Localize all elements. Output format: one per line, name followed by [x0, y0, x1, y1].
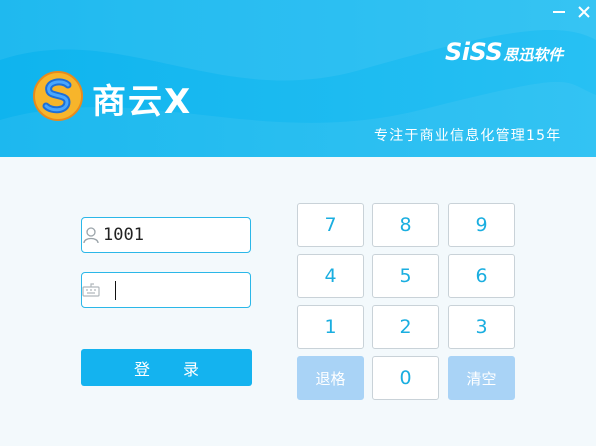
- username-input[interactable]: [100, 220, 320, 250]
- keyboard-icon: [82, 273, 100, 307]
- clear-key[interactable]: 清空: [448, 356, 515, 400]
- minimize-button[interactable]: [546, 0, 572, 24]
- username-field[interactable]: [81, 217, 320, 253]
- siss-brand: SiSS 思迅软件: [445, 38, 563, 66]
- text-caret: [115, 281, 116, 300]
- app-name: 商云X: [92, 82, 193, 122]
- app-logo-icon: [33, 71, 83, 121]
- keypad-key-4[interactable]: 4: [297, 254, 364, 298]
- header-banner: SiSS 思迅软件 商云X 专注于商业信息化管理15年: [0, 0, 596, 157]
- password-input[interactable]: [100, 275, 320, 305]
- minimize-icon: [553, 11, 565, 13]
- close-button[interactable]: [571, 0, 596, 24]
- keypad-key-8[interactable]: 8: [372, 203, 439, 247]
- keypad-key-6[interactable]: 6: [448, 254, 515, 298]
- keypad-key-9[interactable]: 9: [448, 203, 515, 247]
- keypad-key-3[interactable]: 3: [448, 305, 515, 349]
- keypad-key-5[interactable]: 5: [372, 254, 439, 298]
- close-icon: [578, 6, 590, 18]
- user-icon: [82, 218, 100, 252]
- keypad-key-0[interactable]: 0: [372, 356, 439, 400]
- brand-latin: SiSS: [445, 38, 503, 66]
- slogan-text: 专注于商业信息化管理15年: [374, 128, 562, 144]
- backspace-key[interactable]: 退格: [297, 356, 364, 400]
- password-field[interactable]: [81, 272, 320, 308]
- brand-chinese: 思迅软件: [503, 46, 564, 64]
- keypad-key-1[interactable]: 1: [297, 305, 364, 349]
- keypad-key-2[interactable]: 2: [372, 305, 439, 349]
- login-button[interactable]: 登 录: [81, 349, 252, 386]
- keypad-key-7[interactable]: 7: [297, 203, 364, 247]
